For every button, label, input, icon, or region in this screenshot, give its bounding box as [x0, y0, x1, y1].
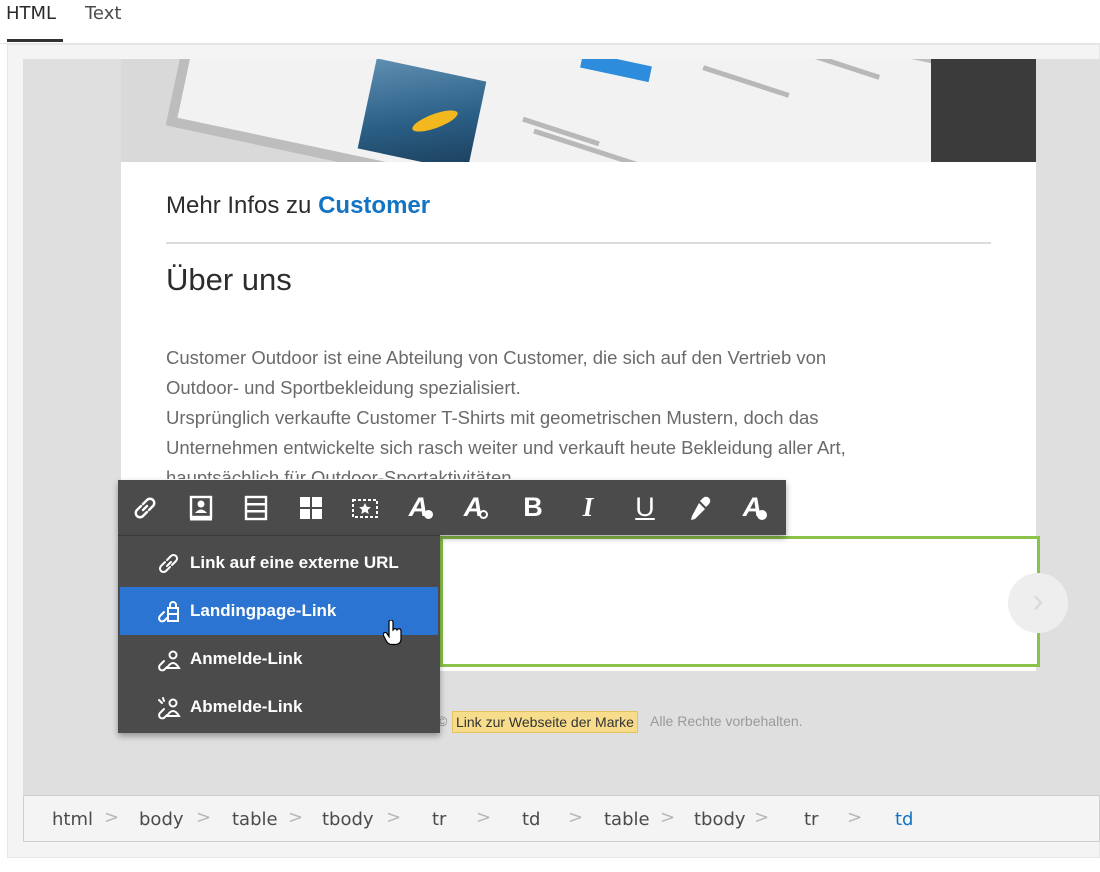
breadcrumb-item-td-current[interactable]: td [895, 809, 913, 830]
chevron-right-icon[interactable]: › [1008, 573, 1068, 633]
hero-dark-edge [931, 59, 1036, 162]
menu-item-label: Link auf eine externe URL [190, 553, 399, 572]
eyedropper-icon[interactable] [673, 480, 727, 535]
selected-content-block[interactable] [440, 536, 1040, 667]
link-icon [158, 553, 179, 574]
menu-item-label: Anmelde-Link [190, 649, 303, 668]
more-info-brand: Customer [318, 192, 431, 219]
landing-page-link-icon [158, 601, 179, 623]
background-color-icon[interactable]: A [449, 480, 503, 535]
more-info-heading[interactable]: Mehr Infos zu Customer [166, 192, 430, 220]
tab-html[interactable]: HTML [6, 3, 56, 24]
tab-text[interactable]: Text [85, 3, 121, 24]
hero-image [121, 59, 1036, 162]
about-text-line: Customer Outdoor ist eine Abteilung von … [166, 347, 827, 368]
active-tab-indicator [7, 39, 63, 42]
about-text-line: Outdoor- und Sportbekleidung spezialisie… [166, 377, 521, 398]
about-text-line: Ursprünglich verkaufte Customer T-Shirts… [166, 407, 819, 428]
divider [166, 242, 991, 244]
content-block-icon[interactable] [229, 480, 283, 535]
menu-item-label: Abmelde-Link [190, 697, 303, 716]
italic-icon[interactable]: I [561, 480, 615, 535]
chevron-right-icon: > [196, 807, 212, 828]
personalization-icon[interactable] [174, 480, 228, 535]
underline-icon[interactable]: U [618, 480, 672, 535]
chevron-right-icon: > [288, 807, 304, 828]
breadcrumb-item-body[interactable]: body [139, 809, 184, 830]
rights-text: Alle Rechte vorbehalten. [650, 713, 803, 729]
about-text[interactable]: Customer Outdoor ist eine Abteilung von … [166, 343, 966, 479]
brand-website-link[interactable]: Link zur Webseite der Marke [452, 711, 638, 733]
chevron-right-icon: > [386, 807, 402, 828]
hand-cursor-icon [383, 620, 402, 646]
chevron-right-icon: > [660, 807, 676, 828]
hero-mockup-page [165, 59, 977, 162]
chevron-right-icon: > [568, 807, 584, 828]
breadcrumb-item-td[interactable]: td [522, 809, 540, 830]
breadcrumb-item-tbody[interactable]: tbody [694, 809, 746, 830]
unsubscription-link-icon [158, 697, 181, 720]
text-color-icon[interactable]: A [394, 480, 448, 535]
menu-item-label: Landingpage-Link [190, 601, 337, 620]
editor-tabs: HTML Text [0, 0, 1100, 44]
chevron-right-icon: > [754, 807, 770, 828]
breadcrumb-item-tr[interactable]: tr [432, 809, 446, 830]
formatting-toolbar: A A B I U A [118, 480, 786, 535]
subscription-link-icon [158, 650, 181, 672]
about-heading[interactable]: Über uns [166, 262, 292, 298]
breadcrumb-item-table[interactable]: table [604, 809, 650, 830]
link-icon[interactable] [118, 480, 172, 535]
clear-format-icon[interactable]: A [728, 480, 782, 535]
chevron-right-icon: > [847, 807, 863, 828]
about-text-line: Unternehmen entwickelte sich rasch weite… [166, 437, 846, 458]
more-info-prefix: Mehr Infos zu [166, 192, 312, 219]
about-text-line: hauptsächlich für Outdoor-Sportaktivität… [166, 467, 517, 479]
menu-item-external-url[interactable]: Link auf eine externe URL [120, 539, 438, 587]
bold-icon[interactable]: B [506, 480, 560, 535]
breadcrumb-item-table[interactable]: table [232, 809, 278, 830]
breadcrumb-item-tr[interactable]: tr [804, 809, 818, 830]
breadcrumb-item-tbody[interactable]: tbody [322, 809, 374, 830]
menu-item-unsubscription-link[interactable]: Abmelde-Link [120, 683, 438, 731]
dom-breadcrumb: html > body > table > tbody > tr > td > … [23, 795, 1100, 842]
chevron-right-icon: > [476, 807, 492, 828]
dynamic-content-icon[interactable] [338, 480, 392, 535]
chevron-right-icon: > [104, 807, 120, 828]
breadcrumb-item-html[interactable]: html [52, 809, 93, 830]
structure-icon[interactable] [284, 480, 338, 535]
